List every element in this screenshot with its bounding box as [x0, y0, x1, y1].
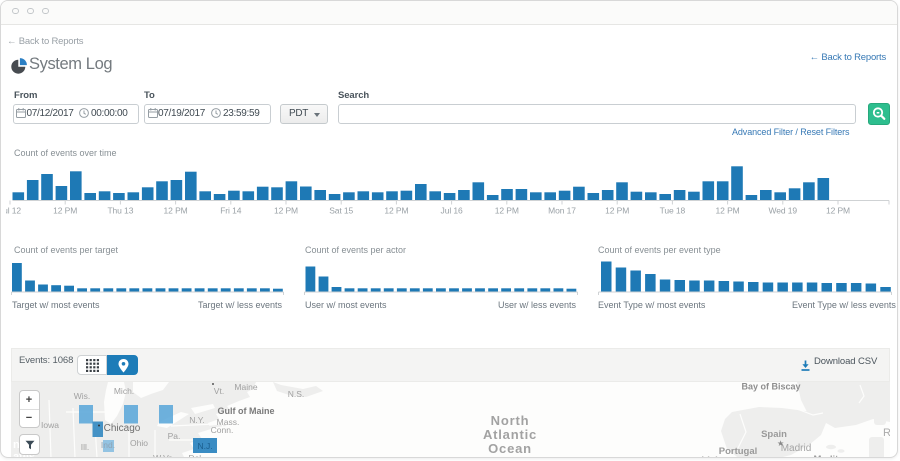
svg-text:Lisbon: Lisbon: [701, 455, 732, 458]
svg-text:12 PM: 12 PM: [716, 206, 740, 216]
svg-text:Thu 13: Thu 13: [107, 206, 133, 216]
svg-text:Pa.: Pa.: [168, 431, 181, 441]
svg-text:★: ★: [777, 439, 784, 448]
svg-text:Jul 12: Jul 12: [6, 206, 21, 216]
svg-text:★: ★: [734, 456, 741, 458]
svg-text:Chicago: Chicago: [104, 423, 141, 434]
svg-text:Wis.: Wis.: [74, 391, 91, 401]
svg-text:Ill.: Ill.: [81, 442, 90, 452]
svg-text:Bay of Biscay: Bay of Biscay: [741, 382, 800, 392]
svg-text:Wed 19: Wed 19: [769, 206, 798, 216]
svg-text:Conn.: Conn.: [211, 425, 234, 435]
svg-text:Ohio: Ohio: [130, 438, 148, 448]
svg-text:12 PM: 12 PM: [164, 206, 188, 216]
svg-text:12 PM: 12 PM: [384, 206, 408, 216]
svg-text:12 PM: 12 PM: [495, 206, 519, 216]
svg-text:Del.: Del.: [188, 453, 203, 458]
svg-text:N.J.: N.J.: [197, 441, 212, 451]
svg-text:N.Y.: N.Y.: [189, 415, 204, 425]
svg-text:Ind.: Ind.: [101, 440, 115, 450]
svg-text:12 PM: 12 PM: [53, 206, 77, 216]
svg-text:Iowa: Iowa: [41, 420, 59, 430]
svg-text:Fri 14: Fri 14: [220, 206, 242, 216]
svg-text:Atlantic: Atlantic: [483, 427, 537, 442]
svg-text:W.Va: W.Va: [153, 453, 173, 458]
svg-text:Maine: Maine: [234, 382, 257, 392]
svg-text:12 PM: 12 PM: [274, 206, 298, 216]
svg-text:Gulf of Maine: Gulf of Maine: [218, 406, 275, 416]
svg-text:Mich.: Mich.: [114, 386, 134, 396]
svg-text:12 PM: 12 PM: [826, 206, 850, 216]
svg-text:N.S.: N.S.: [288, 389, 305, 399]
svg-text:Mon 17: Mon 17: [548, 206, 576, 216]
svg-text:Tue 18: Tue 18: [660, 206, 686, 216]
svg-text:Jul 16: Jul 16: [441, 206, 463, 216]
svg-text:Sat 15: Sat 15: [329, 206, 353, 216]
svg-text:12 PM: 12 PM: [605, 206, 629, 216]
svg-text:Vt.: Vt.: [214, 386, 224, 396]
svg-text:Ro: Ro: [883, 427, 890, 439]
svg-text:Ocean: Ocean: [488, 441, 532, 456]
svg-text:Mediterranean: Mediterranean: [814, 454, 879, 458]
svg-text:North: North: [491, 413, 530, 428]
svg-text:Madrid: Madrid: [781, 443, 812, 454]
